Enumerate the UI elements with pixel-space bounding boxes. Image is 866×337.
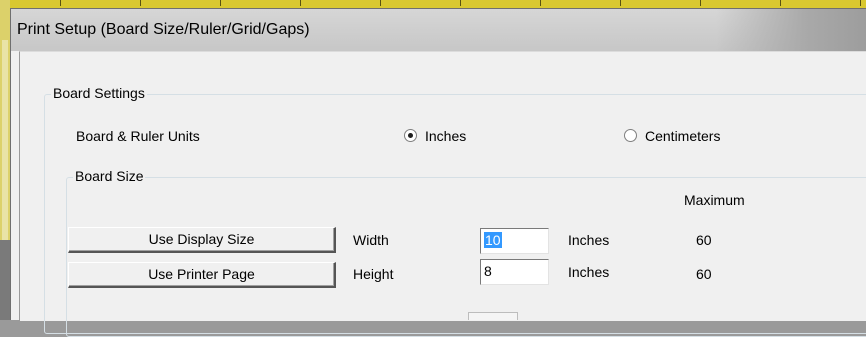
- title-bar-highlight: [716, 9, 866, 51]
- ruler-tick: [460, 0, 461, 6]
- board-settings-legend: Board Settings: [51, 85, 147, 101]
- width-maximum: 60: [696, 232, 712, 248]
- centimeters-radio-label[interactable]: Centimeters: [645, 128, 720, 144]
- dialog-client-area: Board Settings Board & Ruler Units Inche…: [19, 51, 866, 337]
- height-input[interactable]: 8: [480, 259, 549, 285]
- window-title: Print Setup (Board Size/Ruler/Grid/Gaps): [17, 21, 310, 38]
- ruler-tick: [140, 0, 141, 6]
- use-display-size-button[interactable]: Use Display Size: [68, 227, 336, 253]
- inches-radio[interactable]: [404, 129, 417, 142]
- partial-control-below[interactable]: [468, 312, 518, 320]
- side-ruler-shade: [0, 240, 10, 320]
- use-printer-page-button[interactable]: Use Printer Page: [68, 262, 336, 288]
- board-size-legend: Board Size: [73, 168, 146, 184]
- ruler-tick: [300, 0, 301, 6]
- ruler-tick: [700, 0, 701, 6]
- height-unit: Inches: [568, 264, 610, 280]
- height-label: Height: [353, 266, 394, 282]
- width-input[interactable]: 10: [480, 228, 549, 254]
- radio-dot: [408, 133, 413, 138]
- centimeters-radio[interactable]: [624, 129, 637, 142]
- width-label: Width: [353, 232, 389, 248]
- ruler-tick: [220, 0, 221, 6]
- height-maximum: 60: [696, 266, 712, 282]
- print-setup-dialog: Print Setup (Board Size/Ruler/Grid/Gaps)…: [10, 8, 866, 337]
- background-side-ruler: [0, 0, 10, 320]
- ruler-tick: [540, 0, 541, 6]
- width-unit: Inches: [568, 232, 610, 248]
- ruler-tick: [860, 0, 861, 6]
- ruler-tick: [780, 0, 781, 6]
- width-input-value: 10: [484, 232, 502, 248]
- ruler-tick: [60, 0, 61, 6]
- ruler-tick: [380, 0, 381, 6]
- title-bar[interactable]: Print Setup (Board Size/Ruler/Grid/Gaps): [11, 9, 866, 51]
- maximum-header: Maximum: [684, 192, 745, 208]
- inches-radio-label[interactable]: Inches: [425, 128, 466, 144]
- radio-ring: [624, 129, 637, 142]
- ruler-tick: [620, 0, 621, 6]
- units-label: Board & Ruler Units: [76, 128, 200, 144]
- board-size-group: Board Size: [66, 168, 866, 337]
